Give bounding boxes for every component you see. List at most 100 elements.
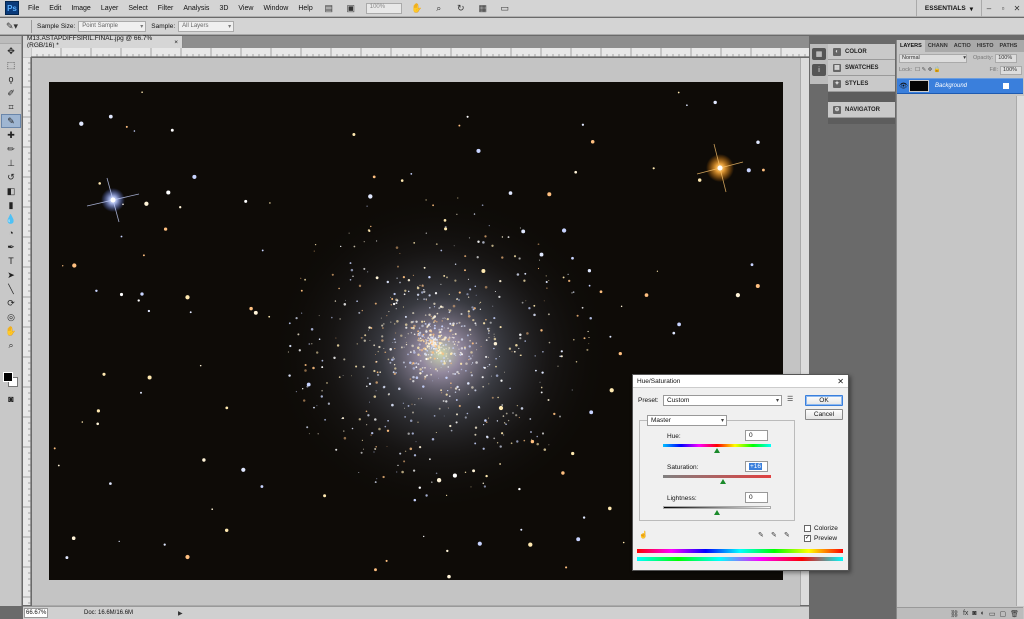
opacity-field[interactable]: 100%	[995, 53, 1018, 63]
fill-field[interactable]: 100%	[1000, 65, 1022, 75]
shape-tool-icon[interactable]: ╲	[1, 282, 21, 296]
close-icon[interactable]: ✕	[837, 377, 844, 386]
quick-mask-icon[interactable]: ◙	[1, 392, 21, 406]
saturation-slider-thumb[interactable]	[720, 479, 726, 484]
menu-image[interactable]: Image	[66, 5, 95, 12]
link-layers-icon[interactable]: ⛓	[950, 610, 959, 618]
toolbox-grip[interactable]	[0, 36, 21, 44]
quick-select-tool-icon[interactable]: ✐	[1, 86, 21, 100]
screen-layout-icon[interactable]: ▭	[497, 2, 513, 14]
saturation-input[interactable]: +16	[745, 461, 768, 472]
eyedropper-minus-icon[interactable]: ✎	[784, 531, 790, 539]
eyedropper-plus-icon[interactable]: ✎	[771, 531, 777, 539]
foreground-color-swatch[interactable]	[3, 372, 13, 382]
hue-slider-track[interactable]	[663, 444, 771, 447]
menu-edit[interactable]: Edit	[44, 5, 66, 12]
eraser-tool-icon[interactable]: ◧	[1, 184, 21, 198]
eyedropper-icon[interactable]: ✎	[758, 531, 764, 539]
adjustment-layer-icon[interactable]: ◐	[981, 610, 985, 617]
trash-icon[interactable]: 🗑	[1010, 610, 1019, 618]
eyedropper-tool-icon[interactable]: ✎	[1, 114, 21, 128]
zoom-icon[interactable]: ⌕	[431, 2, 447, 14]
minimize-icon[interactable]: –	[982, 4, 996, 13]
close-icon[interactable]: ×	[174, 39, 182, 46]
cancel-button[interactable]: Cancel	[805, 409, 843, 420]
path-selection-tool-icon[interactable]: ➤	[1, 268, 21, 282]
layer-style-icon[interactable]: fx	[963, 610, 968, 617]
menu-select[interactable]: Select	[123, 5, 152, 12]
hand-tool-icon[interactable]: ✋	[1, 324, 21, 338]
menu-window[interactable]: Window	[258, 5, 293, 12]
saturation-slider-track[interactable]	[663, 475, 771, 478]
lasso-tool-icon[interactable]: ϙ	[1, 72, 21, 86]
blend-mode-select[interactable]: Normal ▾	[899, 53, 967, 63]
layer-row-background[interactable]: 👁 Background	[897, 78, 1023, 94]
clone-stamp-tool-icon[interactable]: ⊥	[1, 156, 21, 170]
zoom-level-select[interactable]: 100%	[365, 2, 402, 14]
gradient-tool-icon[interactable]: ▮	[1, 198, 21, 212]
lightness-slider-thumb[interactable]	[714, 510, 720, 515]
vertical-ruler[interactable]	[23, 57, 31, 605]
close-icon[interactable]: ✕	[1010, 4, 1024, 13]
pen-tool-icon[interactable]: ✒	[1, 240, 21, 254]
menu-help[interactable]: Help	[293, 5, 317, 12]
menu-view[interactable]: View	[233, 5, 258, 12]
preview-checkbox[interactable]: ✓	[804, 535, 811, 542]
3d-orbit-tool-icon[interactable]: ◎	[1, 310, 21, 324]
sample-size-select[interactable]: Point Sample ▾	[78, 20, 147, 32]
eye-icon[interactable]: 👁	[897, 82, 908, 90]
ruler-origin[interactable]	[23, 48, 31, 57]
crop-tool-icon[interactable]: ⌗	[1, 100, 21, 114]
preset-select[interactable]: Custom ▾	[663, 395, 782, 406]
tab-paths[interactable]: PATHS	[997, 40, 1021, 52]
layers-scrollbar[interactable]	[1016, 96, 1024, 606]
color-panel-tab[interactable]: ◐ COLOR	[828, 44, 895, 60]
lock-icons[interactable]: ☐ ✎ ✥ 🔒	[915, 67, 941, 73]
menu-analysis[interactable]: Analysis	[178, 5, 214, 12]
styles-panel-tab[interactable]: ✦ STYLES	[828, 76, 895, 92]
menu-filter[interactable]: Filter	[153, 5, 179, 12]
info-icon[interactable]: i	[812, 64, 826, 76]
eyedropper-preset-icon[interactable]: ✎▾	[6, 20, 26, 33]
document-tab[interactable]: M13.ASTAPDIFFSIRIL.FINAL.jpg @ 66.7% (RG…	[23, 35, 183, 49]
status-zoom-field[interactable]: 66.67%	[24, 608, 48, 618]
maximize-icon[interactable]: ▫	[996, 4, 1010, 13]
new-layer-icon[interactable]: ▢	[999, 610, 1006, 618]
hue-input[interactable]: 0	[745, 430, 768, 441]
screen-mode-icon[interactable]: ▣	[343, 2, 359, 14]
menu-3d[interactable]: 3D	[214, 5, 233, 12]
healing-brush-tool-icon[interactable]: ✚	[1, 128, 21, 142]
bridge-icon[interactable]: ▤	[321, 2, 337, 14]
hue-slider-thumb[interactable]	[714, 448, 720, 453]
preset-options-icon[interactable]: ☰	[787, 395, 793, 403]
brush-tool-icon[interactable]: ✏	[1, 142, 21, 156]
tab-channels[interactable]: CHANN	[925, 40, 951, 52]
zoom-tool-icon[interactable]: ⌕	[1, 338, 21, 352]
swatches-panel-tab[interactable]: ▦ SWATCHES	[828, 60, 895, 76]
dodge-tool-icon[interactable]: ◔	[1, 226, 21, 240]
channel-select[interactable]: Master ▾	[647, 415, 727, 426]
colorize-checkbox[interactable]	[804, 525, 811, 532]
3d-rotate-tool-icon[interactable]: ⟳	[1, 296, 21, 310]
type-tool-icon[interactable]: T	[1, 254, 21, 268]
targeted-adjustment-icon[interactable]: ☝	[639, 531, 648, 539]
new-group-icon[interactable]: ▭	[989, 610, 996, 618]
histogram-icon[interactable]: ▦	[812, 48, 826, 60]
tab-history[interactable]: HISTO	[974, 40, 997, 52]
menu-file[interactable]: File	[23, 5, 44, 12]
tab-layers[interactable]: LAYERS	[897, 40, 925, 52]
sample-select[interactable]: All Layers ▾	[178, 20, 235, 32]
workspace-switcher[interactable]: ESSENTIALS ▾	[915, 0, 982, 17]
move-tool-icon[interactable]: ✥	[1, 44, 21, 58]
blur-tool-icon[interactable]: 💧	[1, 212, 21, 226]
menu-layer[interactable]: Layer	[96, 5, 124, 12]
rotate-view-icon[interactable]: ↻	[453, 2, 469, 14]
status-menu-arrow-icon[interactable]: ▶	[178, 610, 183, 617]
history-brush-tool-icon[interactable]: ↺	[1, 170, 21, 184]
lightness-slider-track[interactable]	[663, 506, 771, 509]
arrange-documents-icon[interactable]: ▦	[475, 2, 491, 14]
tab-actions[interactable]: ACTIO	[951, 40, 974, 52]
hand-icon[interactable]: ✋	[409, 2, 425, 14]
lightness-input[interactable]: 0	[745, 492, 768, 503]
marquee-tool-icon[interactable]: ⬚	[1, 58, 21, 72]
